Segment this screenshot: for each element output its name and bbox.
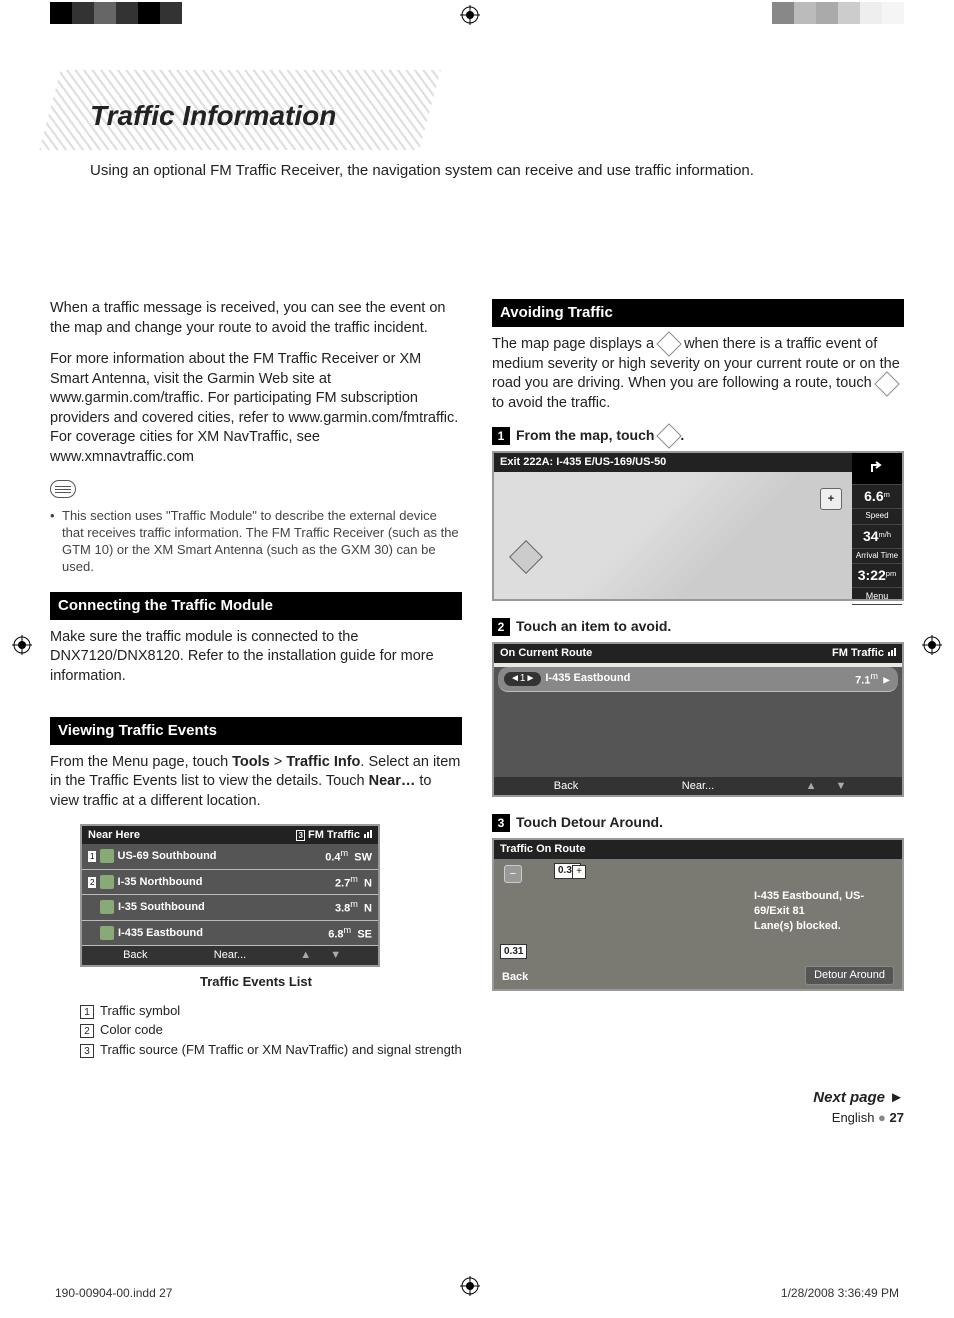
registration-mark-icon: [460, 5, 480, 25]
speed-label: Speed: [852, 509, 902, 525]
note-icon: [50, 480, 76, 498]
traffic-events-list-screenshot: Near Here 3 FM Traffic 1 US-69 Southboun…: [80, 824, 380, 968]
traffic-diamond-icon: [874, 371, 899, 396]
ss-header-right: FM Traffic: [832, 646, 896, 661]
near-button[interactable]: Near...: [632, 779, 764, 794]
speed-value: 34m/h: [852, 525, 902, 549]
paragraph: The map page displays a when there is a …: [492, 335, 904, 413]
ss-header-right: 3 FM Traffic: [296, 828, 372, 843]
lane-status: Lane(s) blocked.: [754, 919, 894, 934]
back-button[interactable]: Back: [88, 948, 183, 963]
traffic-diamond-icon: [656, 332, 681, 357]
step-3: 3Touch Detour Around.: [492, 813, 904, 832]
map-side-panel: 6.6m Speed 34m/h Arrival Time 3:22pm Men…: [852, 453, 902, 599]
arrival-value: 3:22pm: [852, 564, 902, 588]
scroll-arrows[interactable]: ▲ ▼: [277, 948, 372, 963]
paragraph: From the Menu page, touch Tools > Traffi…: [50, 753, 462, 812]
ss-header-left: Near Here: [88, 828, 140, 843]
distance-marker: 0.31: [500, 944, 527, 960]
section-heading-connecting: Connecting the Traffic Module: [50, 592, 462, 620]
legend: 1Traffic symbol 2Color code 3Traffic sou…: [80, 1001, 462, 1060]
traffic-diamond-icon[interactable]: [509, 540, 543, 574]
traffic-route-list-screenshot: On Current Route FM Traffic ◄1►I-435 Eas…: [492, 642, 904, 798]
next-page-link: Next page ►: [50, 1089, 904, 1106]
screenshot-caption: Traffic Events List: [50, 973, 462, 991]
section-heading-viewing: Viewing Traffic Events: [50, 717, 462, 745]
intro-text: Using an optional FM Traffic Receiver, t…: [90, 162, 904, 179]
paragraph: Make sure the traffic module is connecte…: [50, 628, 462, 687]
arrival-label: Arrival Time: [852, 549, 902, 565]
traffic-symbol-icon: [100, 900, 114, 914]
map-exit-header: Exit 222A: I-435 E/US-169/US-50: [494, 453, 902, 472]
turn-arrow-icon: [852, 453, 902, 485]
zoom-in-button[interactable]: +: [820, 488, 842, 510]
page-title: Traffic Information: [50, 100, 904, 132]
right-column: Avoiding Traffic The map page displays a…: [492, 299, 904, 1059]
ss-header-left: On Current Route: [500, 646, 592, 661]
section-heading-avoiding: Avoiding Traffic: [492, 299, 904, 327]
menu-button[interactable]: Menu: [852, 588, 902, 605]
step-1: 1From the map, touch .: [492, 426, 904, 445]
distance-value: 6.6m: [852, 485, 902, 509]
traffic-row[interactable]: ◄1►I-435 Eastbound 7.1m ►: [498, 667, 898, 693]
traffic-symbol-icon: [100, 875, 114, 889]
traffic-row[interactable]: 2 I-35 Northbound 2.7m N: [82, 870, 378, 896]
ss-header: Traffic On Route: [494, 840, 902, 859]
zoom-in-button[interactable]: +: [572, 865, 586, 879]
scroll-arrows[interactable]: ▲ ▼: [764, 779, 896, 794]
traffic-on-route-screenshot: Traffic On Route − 0.30 + 0.31 I-435 Eas…: [492, 838, 904, 991]
paragraph: For more information about the FM Traffi…: [50, 350, 462, 467]
traffic-row[interactable]: 1 US-69 Southbound 0.4m SW: [82, 844, 378, 870]
back-button[interactable]: Back: [502, 970, 528, 985]
registration-mark-icon: [12, 635, 32, 655]
detour-around-button[interactable]: Detour Around: [805, 966, 894, 985]
route-description: I-435 Eastbound, US-69/Exit 81: [754, 889, 894, 919]
zoom-out-button[interactable]: −: [504, 865, 522, 883]
route-badge-icon: ◄1►: [504, 672, 541, 686]
page-footer: English ● 27: [50, 1110, 904, 1125]
back-button[interactable]: Back: [500, 779, 632, 794]
note-text: This section uses "Traffic Module" to de…: [50, 508, 462, 576]
traffic-symbol-icon: [100, 849, 114, 863]
traffic-row[interactable]: I-35 Southbound 3.8m N: [82, 895, 378, 921]
left-column: When a traffic message is received, you …: [50, 299, 462, 1059]
traffic-symbol-icon: [100, 926, 114, 940]
traffic-row[interactable]: I-435 Eastbound 6.8m SE: [82, 921, 378, 947]
paragraph: When a traffic message is received, you …: [50, 299, 462, 338]
near-button[interactable]: Near...: [183, 948, 278, 963]
map-screenshot: Exit 222A: I-435 E/US-169/US-50 + 6.6m S…: [492, 451, 904, 601]
traffic-diamond-icon: [657, 423, 682, 448]
registration-mark-icon: [922, 635, 942, 655]
print-footer: 190-00904-00.indd 27 1/28/2008 3:36:49 P…: [55, 1286, 899, 1300]
step-2: 2Touch an item to avoid.: [492, 617, 904, 636]
